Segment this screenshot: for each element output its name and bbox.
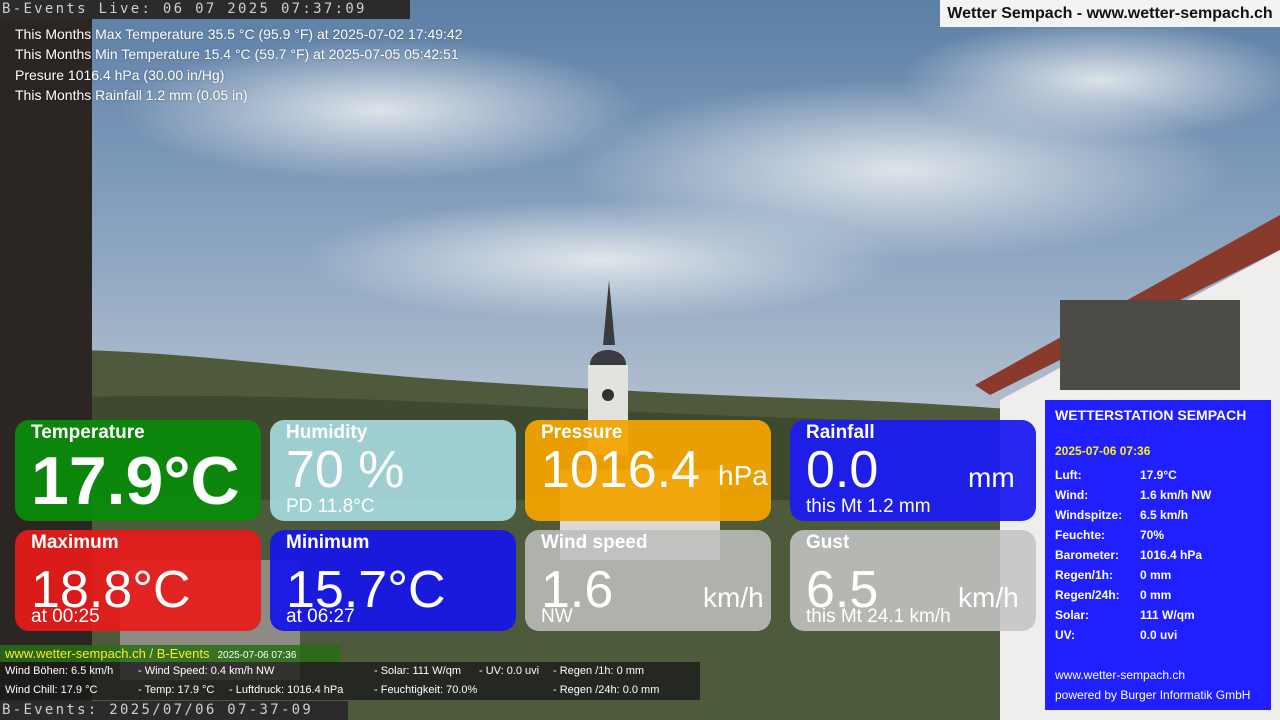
tile-subtext: PD 11.8°C xyxy=(286,496,375,517)
tile-subtext: this Mt 24.1 km/h xyxy=(806,606,951,627)
live-timestamp-bottom: B-Events: 2025/07/06 07-37-09 xyxy=(0,701,348,720)
station-label: Wind: xyxy=(1055,488,1089,502)
footer-wind-gust: Wind Böhen: 6.5 km/h xyxy=(5,665,114,677)
tile-value: 70 % xyxy=(286,441,405,499)
station-label: UV: xyxy=(1055,628,1076,642)
footer-humidity: - Feuchtigkeit: 70.0% xyxy=(374,684,478,696)
tile-subtext: at 06:27 xyxy=(286,606,355,627)
tile-title: Minimum xyxy=(286,532,370,553)
tile-unit: km/h xyxy=(958,582,1019,613)
station-row-wind: Wind: 1.6 km/h NW xyxy=(1055,488,1265,508)
station-row-solar: Solar: 111 W/qm xyxy=(1055,608,1265,628)
stat-pressure: Presure 1016.4 hPa (30.00 in/Hg) xyxy=(15,66,225,83)
footer-temp: - Temp: 17.9 °C xyxy=(138,684,215,696)
tile-minimum: Minimum 15.7°C at 06:27 xyxy=(270,530,516,631)
tile-unit: hPa xyxy=(718,460,768,491)
tile-unit: mm xyxy=(968,462,1015,493)
station-row-barometer: Barometer: 1016.4 hPa xyxy=(1055,548,1265,568)
station-row-windspitze: Windspitze: 6.5 km/h xyxy=(1055,508,1265,528)
tile-subtext: NW xyxy=(541,606,573,627)
station-powered-by: powered by Burger Informatik GmbH xyxy=(1055,688,1251,702)
tile-pressure: Pressure 1016.4 hPa xyxy=(525,420,771,521)
tile-value: 17.9°C xyxy=(31,443,240,519)
tile-value: 0.0 xyxy=(806,441,879,499)
footer-site-link[interactable]: www.wetter-sempach.ch / B-Events xyxy=(5,646,209,661)
station-panel: WETTERSTATION SEMPACH 2025-07-06 07:36 L… xyxy=(1045,400,1271,710)
stat-rainfall: This Months Rainfall 1.2 mm (0.05 in) xyxy=(15,86,248,103)
station-value: 0.0 uvi xyxy=(1140,628,1178,642)
station-value: 70% xyxy=(1140,528,1165,542)
station-label: Regen/24h: xyxy=(1055,588,1120,602)
tile-subtext: at 00:25 xyxy=(31,606,100,627)
tile-subtext: this Mt 1.2 mm xyxy=(806,496,931,517)
station-label: Regen/1h: xyxy=(1055,568,1114,582)
tile-value: 1016.4 xyxy=(541,441,701,499)
station-label: Barometer: xyxy=(1055,548,1120,562)
tile-unit: km/h xyxy=(703,582,764,613)
footer-uv: - UV: 0.0 uvi xyxy=(479,665,540,677)
station-row-regen-24h: Regen/24h: 0 mm xyxy=(1055,588,1265,608)
station-row-uv: UV: 0.0 uvi xyxy=(1055,628,1265,648)
stat-max-temp: This Months Max Temperature 35.5 °C (95.… xyxy=(15,26,463,42)
monthly-stats: This Months Max Temperature 35.5 °C (95.… xyxy=(15,24,463,105)
footer-rain-1h: - Regen /1h: 0 mm xyxy=(553,665,645,677)
live-timestamp-top: B-Events Live: 06 07 2025 07:37:09 xyxy=(0,0,410,19)
station-value: 1016.4 hPa xyxy=(1140,548,1203,562)
site-brand: Wetter Sempach - www.wetter-sempach.ch xyxy=(940,0,1280,27)
station-date: 2025-07-06 07:36 xyxy=(1055,444,1151,458)
station-label: Windspitze: xyxy=(1055,508,1123,522)
station-label: Solar: xyxy=(1055,608,1090,622)
tile-maximum: Maximum 18.8°C at 00:25 xyxy=(15,530,261,631)
tile-title: Maximum xyxy=(31,532,119,553)
tile-windspeed: Wind speed 1.6 km/h NW xyxy=(525,530,771,631)
footer-data-bar: Wind Böhen: 6.5 km/h - Wind Speed: 0.4 k… xyxy=(0,662,700,700)
station-site-link[interactable]: www.wetter-sempach.ch xyxy=(1055,668,1185,682)
tile-title: Gust xyxy=(806,532,850,553)
station-row-luft: Luft: 17.9°C xyxy=(1055,468,1265,488)
footer-wind-speed: - Wind Speed: 0.4 km/h NW xyxy=(138,665,275,677)
station-heading: WETTERSTATION SEMPACH xyxy=(1055,407,1247,423)
station-row-feuchte: Feuchte: 70% xyxy=(1055,528,1265,548)
tile-title: Temperature xyxy=(31,422,145,443)
station-value: 1.6 km/h NW xyxy=(1140,488,1212,502)
stat-min-temp: This Months Min Temperature 15.4 °C (59.… xyxy=(15,46,459,63)
tile-title: Wind speed xyxy=(541,532,648,553)
tile-temperature: Temperature 17.9°C xyxy=(15,420,261,521)
station-value: 0 mm xyxy=(1140,568,1172,582)
station-label: Luft: xyxy=(1055,468,1082,482)
tile-humidity: Humidity 70 % PD 11.8°C xyxy=(270,420,516,521)
tile-gust: Gust 6.5 km/h this Mt 24.1 km/h xyxy=(790,530,1036,631)
footer-timestamp: 2025-07-06 07:36 xyxy=(217,650,297,661)
station-row-regen-1h: Regen/1h: 0 mm xyxy=(1055,568,1265,588)
station-value: 0 mm xyxy=(1140,588,1172,602)
station-value: 111 W/qm xyxy=(1140,608,1195,622)
footer-rain-24h: - Regen /24h: 0.0 mm xyxy=(553,684,660,696)
footer-pressure: - Luftdruck: 1016.4 hPa xyxy=(229,684,344,696)
tile-rainfall: Rainfall 0.0 mm this Mt 1.2 mm xyxy=(790,420,1036,521)
footer-solar: - Solar: 111 W/qm xyxy=(374,665,462,677)
footer-wind-chill: Wind Chill: 17.9 °C xyxy=(5,684,98,696)
footer-link-bar: www.wetter-sempach.ch / B-Events 2025-07-… xyxy=(0,645,340,662)
station-label: Feuchte: xyxy=(1055,528,1106,542)
station-value: 17.9°C xyxy=(1140,468,1177,482)
station-value: 6.5 km/h xyxy=(1140,508,1189,522)
